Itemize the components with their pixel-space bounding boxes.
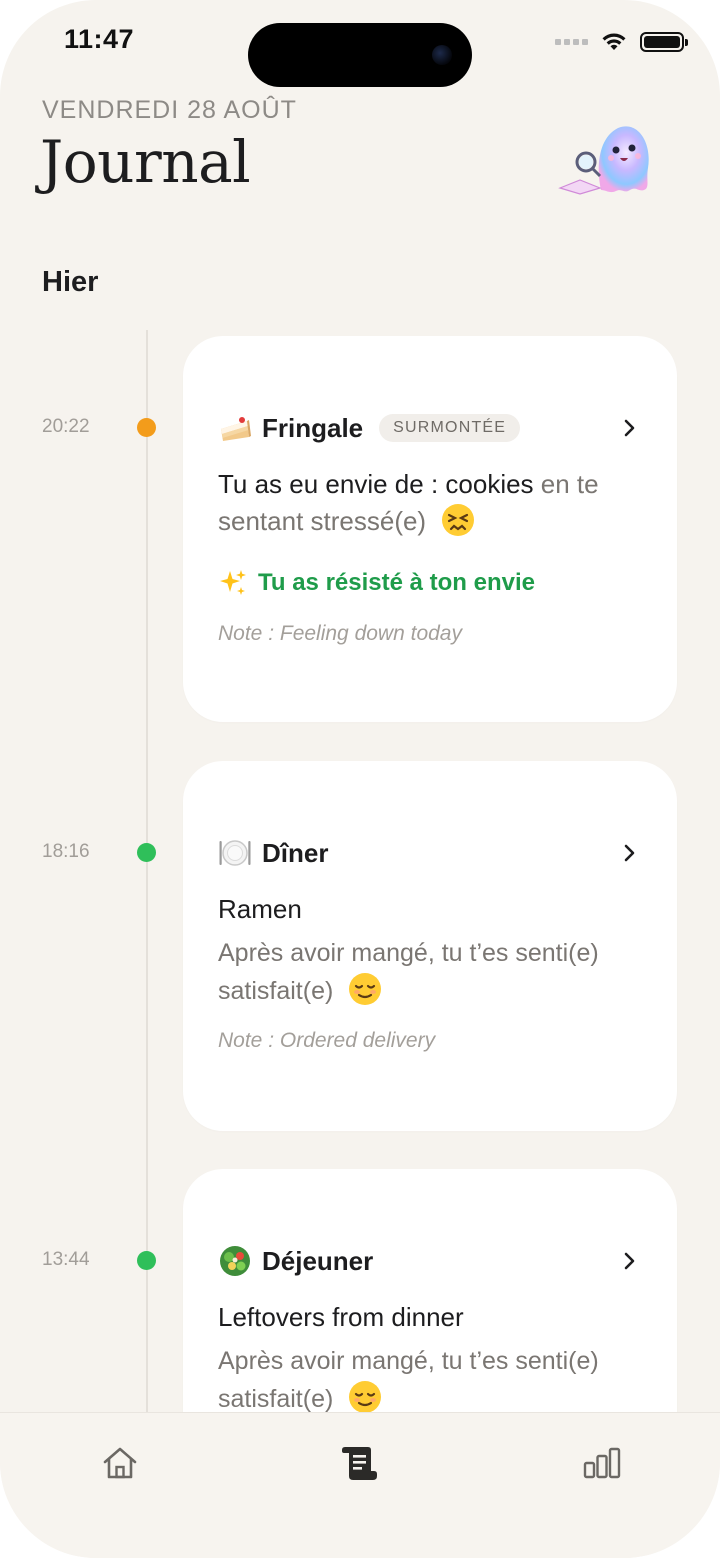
persevering-face-icon <box>442 504 475 536</box>
status-time: 11:47 <box>64 24 135 54</box>
cake-icon <box>221 417 251 441</box>
entry-title: Dîner <box>262 837 329 868</box>
journal-entry-card[interactable]: Dîner Ramen Après avoir mangé, tu t’es s… <box>183 761 677 1131</box>
card-header: Fringale SURMONTÉE <box>218 410 637 446</box>
meal-name: Leftovers from dinner <box>218 1302 464 1332</box>
meal-feeling: Après avoir mangé, tu t’es senti(e) sati… <box>218 935 647 1010</box>
entry-note: Note : Ordered delivery <box>218 1029 436 1052</box>
chevron-right-icon[interactable] <box>623 1251 637 1271</box>
relieved-face-icon <box>349 973 382 1005</box>
card-header: Déjeuner <box>218 1243 637 1279</box>
meal-name: Ramen <box>218 894 302 924</box>
timeline-dot-meal <box>137 843 156 862</box>
entry-title: Déjeuner <box>262 1245 374 1276</box>
stats-icon[interactable] <box>580 1443 624 1483</box>
craving-text: Tu as eu envie de : cookies <box>218 469 534 499</box>
status-icons <box>555 30 688 54</box>
journal-entry-card[interactable]: Fringale SURMONTÉE Tu as eu envie de : c… <box>183 336 677 722</box>
salad-icon <box>220 1246 250 1276</box>
entry-time: 20:22 <box>42 416 90 437</box>
chevron-right-icon[interactable] <box>623 843 637 863</box>
feeling-text: Après avoir mangé, tu t’es senti(e) sati… <box>218 1347 599 1413</box>
mascot-ghost-icon[interactable] <box>556 118 656 198</box>
cellular-signal-icon <box>555 39 588 45</box>
home-icon[interactable] <box>98 1443 142 1483</box>
timeline-dot-craving <box>137 418 156 437</box>
sparkles-icon <box>220 570 246 595</box>
page-title: Journal <box>40 128 251 196</box>
success-text: Tu as résisté à ton envie <box>258 569 535 596</box>
card-header: Dîner <box>218 835 637 871</box>
chevron-right-icon[interactable] <box>623 418 637 438</box>
tab-bar <box>0 1412 720 1558</box>
entry-time: 13:44 <box>42 1249 90 1270</box>
section-title: Hier <box>42 266 99 298</box>
timeline-dot-meal <box>137 1251 156 1270</box>
entry-time: 18:16 <box>42 841 90 862</box>
entry-title: Fringale <box>262 412 364 443</box>
camera-icon <box>432 45 452 65</box>
meal-feeling: Après avoir mangé, tu t’es senti(e) sati… <box>218 1343 647 1418</box>
status-badge: SURMONTÉE <box>379 414 521 442</box>
success-message: Tu as résisté à ton envie <box>218 568 647 598</box>
feeling-text: Après avoir mangé, tu t’es senti(e) sati… <box>218 939 599 1005</box>
journal-icon[interactable] <box>338 1443 382 1483</box>
battery-icon <box>640 32 688 52</box>
entry-note: Note : Feeling down today <box>218 622 462 645</box>
date-label: VENDREDI 28 AOÛT <box>42 96 297 124</box>
plate-icon <box>219 840 251 866</box>
relieved-face-icon <box>349 1381 382 1413</box>
dynamic-island <box>248 23 472 87</box>
wifi-icon <box>602 33 626 50</box>
app-screen: 11:47 VENDREDI 28 AOÛT Journal Hier 20:2… <box>0 0 720 1558</box>
craving-description: Tu as eu envie de : cookies en te sentan… <box>218 466 647 540</box>
